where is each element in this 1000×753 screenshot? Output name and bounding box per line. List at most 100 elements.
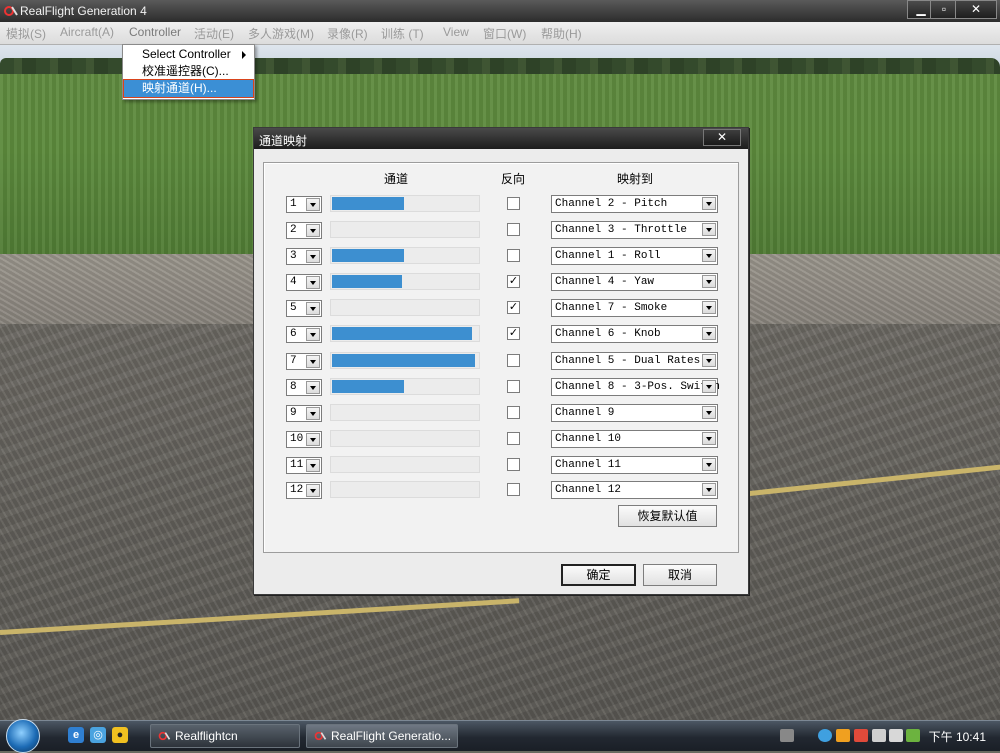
channel-number-select[interactable]: 4 <box>286 274 322 291</box>
clock[interactable]: 下午 10:41 <box>929 728 986 745</box>
tray-app-icon[interactable] <box>854 729 868 742</box>
channel-number-select[interactable]: 8 <box>286 379 322 396</box>
menu-controller[interactable]: Controller <box>129 25 181 39</box>
dropdown-arrow-icon[interactable] <box>306 224 320 237</box>
map-to-value: Channel 6 - Knob <box>555 328 661 340</box>
menu-aircraft[interactable]: Aircraft(A) <box>60 25 114 39</box>
reverse-checkbox[interactable] <box>507 458 520 471</box>
volume-icon[interactable] <box>872 729 886 742</box>
pen-icon[interactable] <box>889 729 903 742</box>
channel-number-select[interactable]: 12 <box>286 482 322 499</box>
reverse-checkbox[interactable]: ✓ <box>507 275 520 288</box>
dropdown-arrow-icon[interactable] <box>702 432 716 445</box>
map-to-select[interactable]: Channel 12 <box>551 481 718 499</box>
dialog-close-button[interactable]: ✕ <box>703 129 741 146</box>
dropdown-arrow-icon[interactable] <box>702 406 716 419</box>
reverse-checkbox[interactable] <box>507 197 520 210</box>
menu-help[interactable]: 帮助(H) <box>541 25 582 42</box>
keyboard-icon[interactable] <box>780 729 794 742</box>
map-to-select[interactable]: Channel 1 - Roll <box>551 247 718 265</box>
map-to-select[interactable]: Channel 6 - Knob <box>551 325 718 343</box>
channel-number-select[interactable]: 2 <box>286 222 322 239</box>
channel-number-select[interactable]: 11 <box>286 457 322 474</box>
menu-training[interactable]: 训练 (T) <box>381 25 424 42</box>
dropdown-arrow-icon[interactable] <box>306 302 320 315</box>
dropdown-arrow-icon[interactable] <box>306 407 320 420</box>
dropdown-arrow-icon[interactable] <box>702 327 716 340</box>
menu-record[interactable]: 录像(R) <box>327 25 368 42</box>
menu-multiplayer[interactable]: 多人游戏(M) <box>248 25 314 42</box>
dropdown-arrow-icon[interactable] <box>306 381 320 394</box>
channel-number-select[interactable]: 5 <box>286 300 322 317</box>
restore-defaults-button[interactable]: 恢复默认值 <box>618 505 717 527</box>
channel-number-select[interactable]: 7 <box>286 353 322 370</box>
reverse-checkbox[interactable] <box>507 223 520 236</box>
dropdown-arrow-icon[interactable] <box>306 355 320 368</box>
ie-icon[interactable]: e <box>68 727 84 743</box>
dropdown-arrow-icon[interactable] <box>306 484 320 497</box>
map-to-select[interactable]: Channel 10 <box>551 430 718 448</box>
dropdown-arrow-icon[interactable] <box>702 354 716 367</box>
realflight-logo-icon <box>4 6 18 16</box>
dropdown-arrow-icon[interactable] <box>702 380 716 393</box>
menu-simulation[interactable]: 模拟(S) <box>6 25 46 42</box>
nvidia-icon[interactable] <box>906 729 920 742</box>
channel-level-bar <box>330 221 480 238</box>
reverse-checkbox[interactable] <box>507 483 520 496</box>
dropdown-arrow-icon[interactable] <box>306 433 320 446</box>
taskbar-task-realflightcn[interactable]: Realflightcn <box>150 724 300 748</box>
dropdown-arrow-icon[interactable] <box>306 198 320 211</box>
dropdown-arrow-icon[interactable] <box>306 250 320 263</box>
dropdown-arrow-icon[interactable] <box>702 223 716 236</box>
menu-item-calibrate-controller[interactable]: 校准遥控器(C)... <box>124 63 253 80</box>
cancel-button[interactable]: 取消 <box>643 564 717 586</box>
reverse-checkbox[interactable] <box>507 354 520 367</box>
map-to-select[interactable]: Channel 7 - Smoke <box>551 299 718 317</box>
menu-window[interactable]: 窗口(W) <box>483 25 526 42</box>
reverse-checkbox[interactable]: ✓ <box>507 327 520 340</box>
dialog-title-bar[interactable]: 通道映射 ✕ <box>254 128 748 149</box>
qq-tray-icon[interactable] <box>836 729 850 742</box>
map-to-value: Channel 12 <box>555 484 622 496</box>
channel-number-select[interactable]: 1 <box>286 196 322 213</box>
map-to-select[interactable]: Channel 5 - Dual Rates <box>551 352 718 370</box>
reverse-checkbox[interactable] <box>507 380 520 393</box>
map-to-select[interactable]: Channel 2 - Pitch <box>551 195 718 213</box>
dropdown-arrow-icon[interactable] <box>702 458 716 471</box>
menu-item-map-channels[interactable]: 映射通道(H)... <box>123 79 254 98</box>
taskbar-task-realflight[interactable]: RealFlight Generatio... <box>306 724 458 748</box>
channel-row: 10 Channel 10 <box>264 429 738 449</box>
map-to-select[interactable]: Channel 9 <box>551 404 718 422</box>
dropdown-arrow-icon[interactable] <box>702 483 716 496</box>
quick-launch-app-icon[interactable]: ◎ <box>90 727 106 743</box>
close-window-button[interactable]: ✕ <box>955 0 997 19</box>
channel-number-select[interactable]: 3 <box>286 248 322 265</box>
map-to-select[interactable]: Channel 11 <box>551 456 718 474</box>
dropdown-arrow-icon[interactable] <box>702 301 716 314</box>
reverse-checkbox[interactable] <box>507 432 520 445</box>
map-to-select[interactable]: Channel 4 - Yaw <box>551 273 718 291</box>
maximize-button[interactable]: ▫ <box>930 0 958 19</box>
reverse-checkbox[interactable] <box>507 406 520 419</box>
menu-activities[interactable]: 活动(E) <box>194 25 234 42</box>
start-button[interactable] <box>6 719 40 753</box>
reverse-checkbox[interactable]: ✓ <box>507 301 520 314</box>
channel-number-select[interactable]: 6 <box>286 326 322 343</box>
map-to-select[interactable]: Channel 8 - 3-Pos. Switch <box>551 378 721 396</box>
map-to-select[interactable]: Channel 3 - Throttle <box>551 221 718 239</box>
map-to-value: Channel 8 - 3-Pos. Switch <box>555 381 721 393</box>
dropdown-arrow-icon[interactable] <box>702 197 716 210</box>
dropdown-arrow-icon[interactable] <box>702 275 716 288</box>
reverse-checkbox[interactable] <box>507 249 520 262</box>
menu-view[interactable]: View <box>443 25 469 39</box>
network-icon[interactable] <box>818 729 832 742</box>
ok-button[interactable]: 确定 <box>561 564 636 586</box>
dropdown-arrow-icon[interactable] <box>306 276 320 289</box>
dropdown-arrow-icon[interactable] <box>306 328 320 341</box>
qq-icon[interactable]: ● <box>112 727 128 743</box>
channel-number-select[interactable]: 9 <box>286 405 322 422</box>
menu-item-select-controller[interactable]: Select Controller <box>124 46 253 63</box>
channel-number-select[interactable]: 10 <box>286 431 322 448</box>
dropdown-arrow-icon[interactable] <box>702 249 716 262</box>
dropdown-arrow-icon[interactable] <box>306 459 320 472</box>
